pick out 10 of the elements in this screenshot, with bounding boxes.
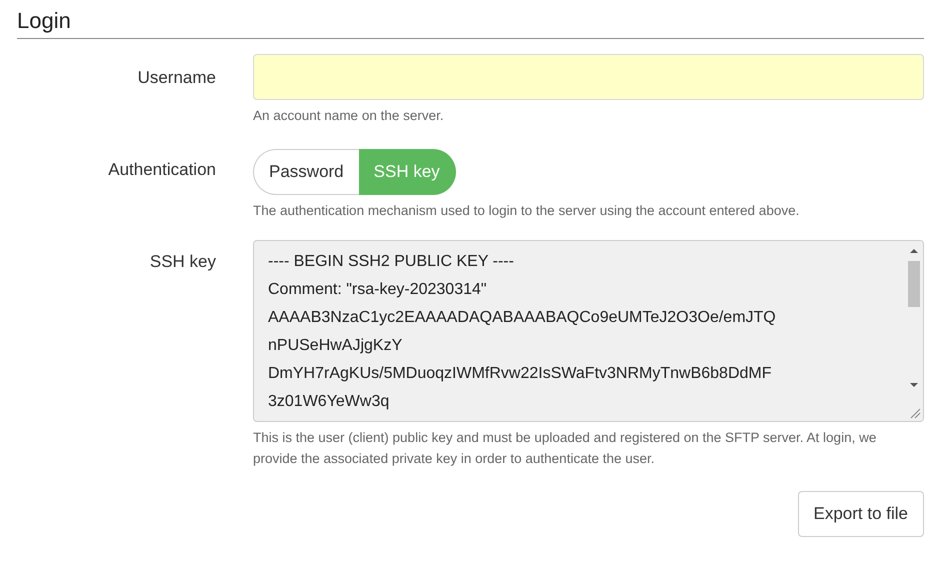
- help-text: The authentication mechanism used to login to the server using the account entered above.: [253, 203, 800, 218]
- toggle-option[interactable]: Password: [253, 149, 359, 195]
- section-title: Login: [17, 8, 71, 33]
- help-text: This is the user (client) public key and must be uploaded and registered on the SFTP server. At login, we provide the associated private key in order to authenticate the user.: [253, 429, 878, 468]
- field-label: SSH key: [148, 251, 217, 273]
- help-text: An account name on the server.: [253, 108, 444, 123]
- username-field[interactable]: [253, 54, 924, 100]
- field-label: Username: [136, 67, 217, 89]
- field-label: Authentication: [107, 159, 217, 181]
- export-button[interactable]: Export to file: [798, 491, 924, 537]
